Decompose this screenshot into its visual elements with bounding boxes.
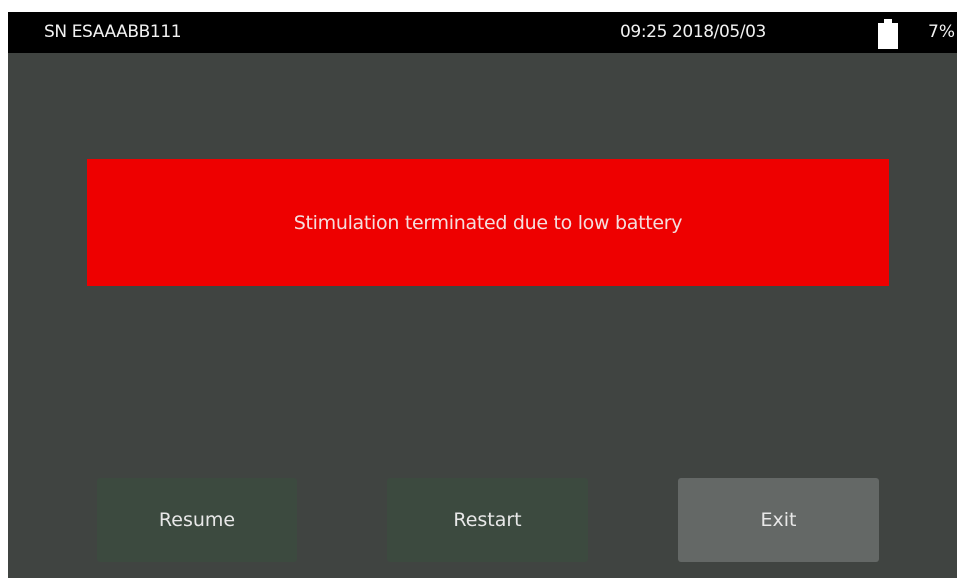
battery-icon: [878, 19, 898, 49]
resume-button[interactable]: Resume: [97, 478, 297, 562]
restart-button-label: Restart: [453, 509, 522, 531]
battery-percent: 7%: [928, 22, 955, 42]
resume-button-label: Resume: [158, 509, 236, 531]
serial-number: SN ESAAABB111: [44, 22, 182, 42]
date-time: 09:25 2018/05/03: [620, 22, 766, 42]
exit-button-label: Exit: [760, 509, 797, 531]
exit-button[interactable]: Exit: [678, 478, 879, 562]
restart-button[interactable]: Restart: [387, 478, 588, 562]
low-battery-alert: Stimulation terminated due to low batter…: [87, 159, 889, 286]
alert-message: Stimulation terminated due to low batter…: [293, 211, 683, 234]
device-screen: SN ESAAABB111 09:25 2018/05/03 7% Stimul…: [8, 12, 957, 578]
status-bar: SN ESAAABB111 09:25 2018/05/03 7%: [8, 12, 957, 53]
